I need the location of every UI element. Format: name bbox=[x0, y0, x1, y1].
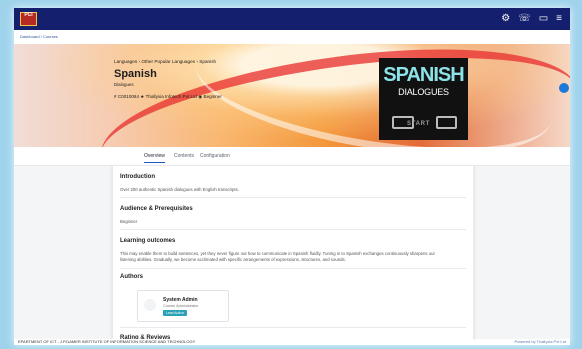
gear-icon[interactable]: ⚙ bbox=[501, 13, 510, 25]
learning-outcomes-heading: Learning outcomes bbox=[120, 238, 176, 244]
top-actions: ⚙ ☏ ▭ ≡ bbox=[501, 13, 562, 25]
menu-icon[interactable]: ≡ bbox=[556, 13, 562, 25]
breadcrumb-links[interactable]: Dashboard / Courses bbox=[20, 34, 58, 39]
institution-footer-text: EPARTMENT OF ICT - J.P.DAMER INSTITUTE O… bbox=[18, 339, 196, 344]
section-divider bbox=[120, 229, 466, 230]
course-subtitle: Dialogues bbox=[114, 82, 134, 87]
start-label: START bbox=[407, 121, 431, 127]
section-divider bbox=[120, 197, 466, 198]
poster-title: SPANISH bbox=[383, 64, 464, 86]
portal-logo[interactable]: PCI bbox=[20, 12, 37, 26]
author-badge: Lead Author bbox=[163, 310, 188, 316]
audience-heading: Audience & Prerequisites bbox=[120, 206, 193, 212]
breadcrumb: Dashboard / Courses bbox=[14, 30, 570, 45]
phone-icon[interactable]: ☏ bbox=[518, 13, 531, 25]
section-divider bbox=[120, 327, 466, 328]
side-panel-icon[interactable] bbox=[559, 83, 569, 93]
course-meta: # C0010064 ★ Thallyxia Infotech Pvt Ltd … bbox=[114, 94, 222, 99]
tab-contents[interactable]: Contents bbox=[174, 153, 194, 159]
speech-screen-right bbox=[436, 116, 457, 129]
course-banner: Languages › Other Popular Languages › Sp… bbox=[14, 44, 570, 147]
author-card[interactable]: System Admin Course Administrator Lead A… bbox=[137, 290, 229, 322]
course-tabs: Overview Contents Configuration bbox=[14, 147, 570, 166]
course-poster: SPANISH DIALOGUES START bbox=[379, 58, 468, 140]
course-header: Languages › Other Popular Languages › Sp… bbox=[114, 59, 222, 100]
tab-overview[interactable]: Overview bbox=[144, 153, 165, 163]
monitor-icon[interactable]: ▭ bbox=[539, 13, 548, 25]
author-name: System Admin bbox=[163, 297, 198, 303]
course-page: PCI ⚙ ☏ ▭ ≡ Dashboard / Courses Language… bbox=[14, 8, 570, 345]
author-role: Course Administrator bbox=[163, 304, 199, 308]
avatar bbox=[144, 299, 156, 311]
poster-subtitle: DIALOGUES bbox=[398, 87, 449, 97]
overview-card: Introduction Over 200 authentic Spanish … bbox=[112, 165, 474, 345]
footer: EPARTMENT OF ICT - J.P.DAMER INSTITUTE O… bbox=[14, 339, 570, 345]
introduction-heading: Introduction bbox=[120, 174, 155, 180]
course-title: Spanish bbox=[114, 68, 157, 80]
section-divider bbox=[120, 268, 466, 269]
course-category-breadcrumb[interactable]: Languages › Other Popular Languages › Sp… bbox=[114, 59, 222, 64]
authors-heading: Authors bbox=[120, 274, 143, 280]
learning-outcomes-text: This may enable them to build sentences,… bbox=[120, 251, 435, 262]
top-navigation-bar: PCI ⚙ ☏ ▭ ≡ bbox=[14, 8, 570, 30]
introduction-text: Over 200 authentic Spanish dialogues wit… bbox=[120, 187, 239, 192]
powered-by-link[interactable]: Powered by Thallyxia Pvt Ltd bbox=[514, 339, 566, 345]
audience-text: Beginner bbox=[120, 219, 138, 224]
tab-configuration[interactable]: Configuration bbox=[200, 153, 230, 159]
